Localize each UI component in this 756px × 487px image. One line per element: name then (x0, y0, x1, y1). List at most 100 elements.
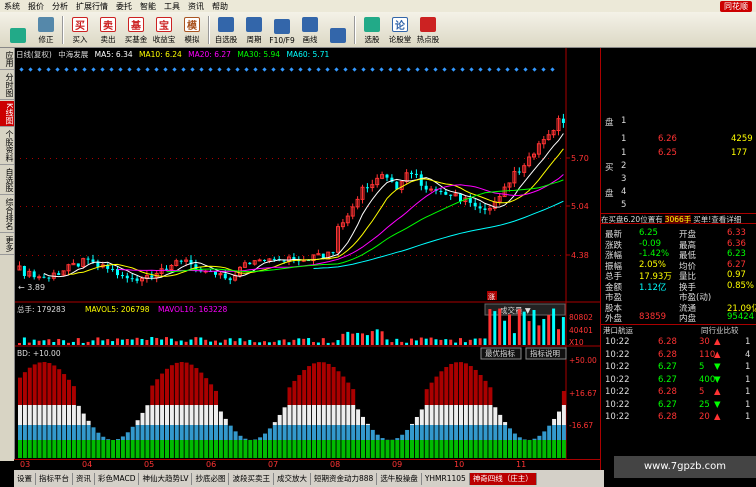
kline-chart[interactable]: 5.70 5.04 4.38 ← 3.89 涨总手: 179283 MAVOL5: 206… (0, 0, 600, 470)
sell-row: 1 6.26 4259 (603, 134, 753, 145)
gridline-dot (476, 255, 477, 256)
indicator-bar (125, 432, 130, 440)
gridline-dot (266, 206, 267, 207)
indicator-bar (312, 440, 316, 458)
volume-bar (57, 338, 61, 345)
indicator-bar (326, 405, 331, 425)
indicator-bar (439, 440, 444, 458)
volume-bar (419, 337, 423, 345)
gridline-dot (74, 255, 75, 256)
indicator-bar (517, 440, 522, 458)
quote-cell: 5 (699, 362, 705, 372)
indicator-bar (307, 425, 312, 440)
indicator-tab[interactable]: 指标平台 (36, 472, 73, 485)
indicator-tab[interactable]: 彩色MACD (95, 472, 140, 485)
indicator-bar (189, 425, 194, 440)
gridline-dot (152, 255, 153, 256)
gridline-dot (38, 255, 39, 256)
gridline-dot (236, 158, 237, 159)
gridline-dot (50, 255, 51, 256)
signal-marker (433, 67, 438, 72)
gridline-dot (530, 255, 531, 256)
gridline-dot (458, 158, 459, 159)
indicator-bar (150, 385, 155, 405)
indicator-tab[interactable]: 神仙大趋势LV (139, 472, 193, 485)
gridline-dot (32, 255, 33, 256)
indicator-bar (473, 440, 478, 458)
gridline-dot (224, 255, 225, 256)
gridline-dot (62, 158, 63, 159)
gridline-dot (482, 206, 483, 207)
indicator-bar (282, 440, 287, 458)
volume-bar (233, 341, 237, 345)
gridline-dot (248, 206, 249, 207)
indicator-bar (493, 407, 498, 425)
indicator-bar (380, 440, 385, 458)
buy-order-link[interactable]: 买单!查看详细 (693, 215, 741, 224)
indicator-bar (351, 405, 356, 425)
indicator-bar (169, 440, 174, 458)
gridline-dot (488, 255, 489, 256)
gridline-dot (68, 158, 69, 159)
gridline-dot (134, 158, 135, 159)
gridline-dot (272, 158, 273, 159)
gridline-dot (230, 158, 231, 159)
signal-marker (262, 67, 267, 72)
indicator-bar (116, 440, 120, 458)
quote-cell: 20 (699, 412, 710, 422)
indicator-bar (468, 405, 473, 425)
volume-bar (18, 343, 21, 345)
indicator-tab[interactable]: 成交放大 (274, 472, 311, 485)
quote-cell: 6.28 (658, 349, 677, 360)
indicator-bar (405, 429, 410, 440)
signal-marker (91, 67, 96, 72)
quote-cell: 盘 (605, 189, 614, 199)
signal-marker (469, 67, 474, 72)
indicator-bar (449, 405, 454, 425)
indicator-bar (429, 440, 434, 458)
gridline-dot (494, 158, 495, 159)
indicator-tab[interactable]: 短期资金动力888 (311, 472, 378, 485)
indicator-bar (209, 384, 214, 405)
buy-order-text: 在买盘6.20位置有 (601, 215, 663, 224)
gridline-dot (188, 158, 189, 159)
quote-cell: 400 (699, 374, 716, 385)
quote-cell: 10:22 (605, 374, 630, 385)
volume-bar (67, 342, 70, 345)
gridline-dot (128, 206, 129, 207)
sector-compare-link[interactable]: 同行业比较 (701, 325, 739, 336)
indicator-bar (106, 439, 111, 440)
indicator-tab[interactable]: 选牛股操盘 (377, 472, 422, 485)
indicator-bar (302, 425, 307, 440)
gridline-dot (488, 206, 489, 207)
indicator-bar (552, 440, 557, 458)
signal-marker (298, 67, 303, 72)
buy-order-banner[interactable]: 在买盘6.20位置有 3066手 买单!查看详细 (601, 213, 756, 224)
indicator-tab[interactable]: 设置 (14, 472, 36, 485)
indicator-bar (209, 425, 214, 440)
volume-bar (512, 333, 516, 345)
mavol5-value: MAVOL5: 206798 (85, 305, 150, 314)
signal-marker (361, 67, 366, 72)
indicator-bar (361, 425, 365, 440)
indicator-tab[interactable]: 神奇四线（庄主） (469, 472, 537, 485)
gridline-dot (32, 206, 33, 207)
gridline-dot (554, 255, 555, 256)
indicator-bar (52, 440, 57, 458)
indicator-tab[interactable]: 抄底必图 (192, 472, 230, 485)
quote-cell: 6.28 (658, 412, 677, 422)
gridline-dot (356, 158, 357, 159)
indicator-bar (155, 425, 160, 440)
indicator-tab[interactable]: YHMR1105 (422, 472, 470, 485)
indicator-tab[interactable]: 波段买卖王 (229, 472, 274, 485)
quote-cell: 10:22 (605, 337, 630, 347)
volume-bar (130, 339, 134, 345)
indicator-tab[interactable]: 资讯 (73, 472, 95, 485)
sector-tab[interactable]: 港口航运 (603, 325, 633, 336)
gridline-dot (428, 255, 429, 256)
volume-bar (86, 341, 90, 345)
indicator-bar (478, 425, 483, 440)
volume-bar (116, 338, 119, 345)
indicator-bar (277, 425, 282, 440)
gridline-dot (308, 255, 309, 256)
